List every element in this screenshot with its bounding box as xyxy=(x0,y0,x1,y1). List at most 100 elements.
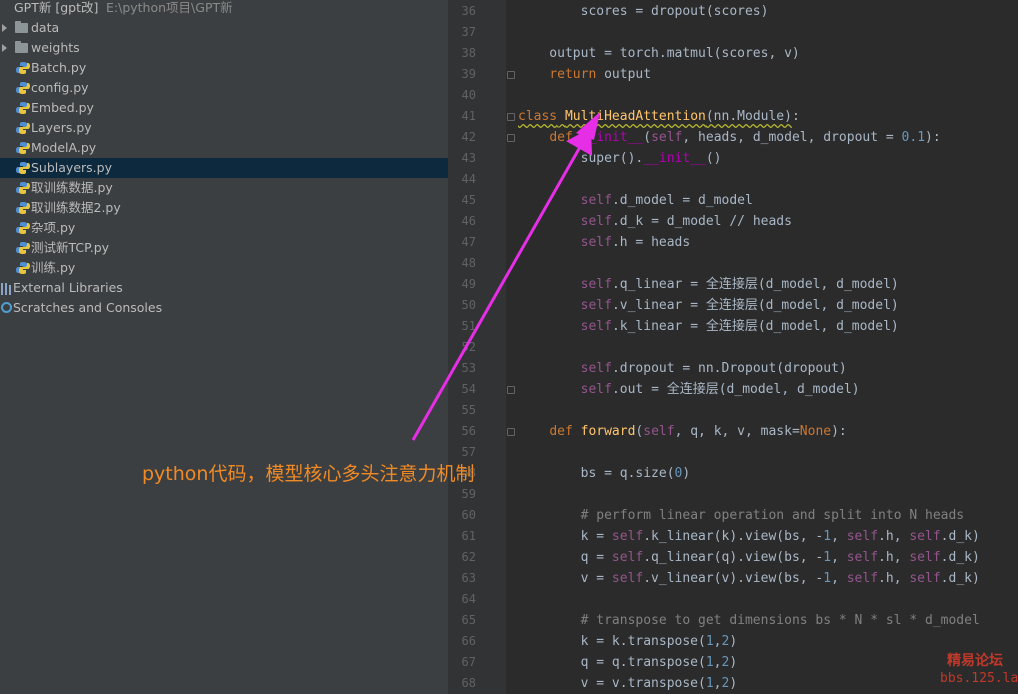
tree-item[interactable]: 训练.py xyxy=(0,258,448,278)
project-root[interactable]: GPT新 [gpt改] E:\python项目\GPT新 xyxy=(0,0,448,18)
tree-item-label: data xyxy=(31,20,60,35)
code-line[interactable]: self.v_linear = 全连接层(d_model, d_model) xyxy=(518,295,899,316)
tree-item[interactable]: 测试新TCP.py xyxy=(0,238,448,258)
scratch-icon xyxy=(1,302,12,313)
code-line[interactable]: k = k.transpose(1,2) xyxy=(518,631,738,652)
code-line[interactable]: v = v.transpose(1,2) xyxy=(518,673,738,694)
line-number: 53 xyxy=(461,361,476,375)
tree-item[interactable]: Scratches and Consoles xyxy=(0,298,448,318)
chevron-right-icon[interactable] xyxy=(2,44,7,52)
code-line[interactable]: # transpose to get dimensions bs * N * s… xyxy=(518,610,980,631)
tree-item-label: config.py xyxy=(31,80,89,95)
tree-item[interactable]: Embed.py xyxy=(0,98,448,118)
code-line[interactable]: self.h = heads xyxy=(518,232,691,253)
tree-item[interactable]: 取训练数据2.py xyxy=(0,198,448,218)
line-number: 56 xyxy=(461,424,476,438)
line-number: 60 xyxy=(461,508,476,522)
code-line[interactable]: output = torch.matmul(scores, v) xyxy=(518,43,799,64)
tree-item[interactable]: Batch.py xyxy=(0,58,448,78)
folder-icon xyxy=(15,41,28,53)
python-file-icon xyxy=(16,241,30,255)
code-line[interactable]: self.out = 全连接层(d_model, d_model) xyxy=(518,379,860,400)
line-number: 45 xyxy=(461,193,476,207)
tree-item-label: Sublayers.py xyxy=(31,160,112,175)
python-file-icon xyxy=(16,141,30,155)
line-number: 62 xyxy=(461,550,476,564)
line-number: 42 xyxy=(461,130,476,144)
fold-marker-icon[interactable] xyxy=(507,71,515,79)
tree-item-label: Batch.py xyxy=(31,60,87,75)
code-line[interactable]: v = self.v_linear(v).view(bs, -1, self.h… xyxy=(518,568,980,589)
line-number: 40 xyxy=(461,88,476,102)
tree-item-label: 训练.py xyxy=(31,260,76,275)
line-number: 37 xyxy=(461,25,476,39)
python-file-icon xyxy=(16,221,30,235)
code-line[interactable]: super().__init__() xyxy=(518,148,722,169)
code-line[interactable]: scores = dropout(scores) xyxy=(518,1,769,22)
fold-marker-icon[interactable] xyxy=(507,113,515,121)
python-file-icon xyxy=(16,121,30,135)
tree-item[interactable]: External Libraries xyxy=(0,278,448,298)
code-line[interactable]: self.k_linear = 全连接层(d_model, d_model) xyxy=(518,316,899,337)
code-line[interactable]: return output xyxy=(518,64,651,85)
library-icon xyxy=(1,281,11,295)
line-number: 59 xyxy=(461,487,476,501)
chevron-right-icon[interactable] xyxy=(2,24,7,32)
tree-item[interactable]: Layers.py xyxy=(0,118,448,138)
code-line[interactable]: self.dropout = nn.Dropout(dropout) xyxy=(518,358,847,379)
python-file-icon xyxy=(16,81,30,95)
tree-item[interactable]: config.py xyxy=(0,78,448,98)
code-line[interactable]: q = self.q_linear(q).view(bs, -1, self.h… xyxy=(518,547,980,568)
code-line[interactable]: def __init__(self, heads, d_model, dropo… xyxy=(518,127,940,148)
code-line[interactable]: self.q_linear = 全连接层(d_model, d_model) xyxy=(518,274,899,295)
python-file-icon xyxy=(16,181,30,195)
fold-marker-icon[interactable] xyxy=(507,386,515,394)
line-number: 38 xyxy=(461,46,476,60)
code-line[interactable]: def forward(self, q, k, v, mask=None): xyxy=(518,421,846,442)
code-line[interactable]: self.d_model = d_model xyxy=(518,190,753,211)
tree-item[interactable]: 取训练数据.py xyxy=(0,178,448,198)
project-root-label: GPT新 [gpt改] xyxy=(14,0,99,15)
line-number: 41 xyxy=(461,109,476,123)
line-number: 67 xyxy=(461,655,476,669)
project-root-path: E:\python项目\GPT新 xyxy=(106,0,233,15)
tree-item-label: weights xyxy=(31,40,80,55)
line-number: 52 xyxy=(461,340,476,354)
code-line[interactable]: # perform linear operation and split int… xyxy=(518,505,965,526)
tree-item-label: Embed.py xyxy=(31,100,94,115)
tree-item[interactable]: ModelA.py xyxy=(0,138,448,158)
watermark: 精易论坛 bbs.125.la xyxy=(940,652,1018,688)
watermark-title: 精易论坛 xyxy=(947,653,1003,669)
tree-item-label: Scratches and Consoles xyxy=(13,300,163,315)
watermark-url: bbs.125.la xyxy=(940,671,1018,686)
python-file-icon xyxy=(16,101,30,115)
code-line[interactable]: bs = q.size(0) xyxy=(518,463,691,484)
tree-item-label: ModelA.py xyxy=(31,140,97,155)
code-editor[interactable]: 36 37 38 39 40 41 42 43 44 45 46 47 48 49 50 51 52 53 54 55… xyxy=(448,0,1018,694)
line-number: 61 xyxy=(461,529,476,543)
fold-marker-icon[interactable] xyxy=(507,428,515,436)
line-number: 55 xyxy=(461,403,476,417)
line-number: 44 xyxy=(461,172,476,186)
tree-item-label: External Libraries xyxy=(13,280,123,295)
line-number: 68 xyxy=(461,676,476,690)
tree-item[interactable]: data xyxy=(0,18,448,38)
line-number: 39 xyxy=(461,67,476,81)
code-line[interactable]: k = self.k_linear(k).view(bs, -1, self.h… xyxy=(518,526,980,547)
tree-item-label: 杂项.py xyxy=(31,220,76,235)
line-number: 64 xyxy=(461,592,476,606)
line-number: 48 xyxy=(461,256,476,270)
tree-item[interactable]: 杂项.py xyxy=(0,218,448,238)
code-line[interactable]: self.d_k = d_model // heads xyxy=(518,211,792,232)
code-line[interactable]: q = q.transpose(1,2) xyxy=(518,652,738,673)
line-gutter: 36 37 38 39 40 41 42 43 44 45 46 47 48 49 50 51 52 53 54 55… xyxy=(448,0,506,694)
line-number: 54 xyxy=(461,382,476,396)
tree-item[interactable]: Sublayers.py xyxy=(0,158,448,178)
tree-item[interactable]: weights xyxy=(0,38,448,58)
line-number: 49 xyxy=(461,277,476,291)
python-file-icon xyxy=(16,161,30,175)
fold-marker-icon[interactable] xyxy=(507,134,515,142)
annotation-text: python代码，模型核心多头注意力机制 xyxy=(142,463,475,485)
code-line[interactable]: class MultiHeadAttention(nn.Module): xyxy=(518,106,800,127)
line-number: 66 xyxy=(461,634,476,648)
